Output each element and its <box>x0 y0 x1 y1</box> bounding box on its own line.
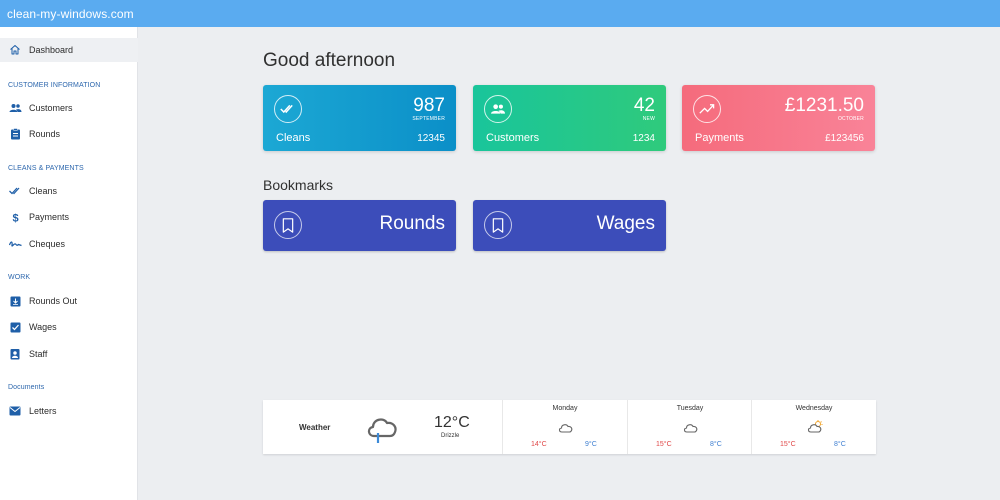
bookmarks-heading: Bookmarks <box>263 177 334 193</box>
home-icon <box>8 43 22 57</box>
sidebar-item-label: Cleans <box>29 186 58 196</box>
sidebar-item-rounds-out[interactable]: Rounds Out <box>0 289 138 313</box>
sidebar-item-staff[interactable]: Staff <box>0 342 138 366</box>
forecast-low: 8°C <box>710 441 722 448</box>
drizzle-icon <box>365 413 399 450</box>
stat-subvalue: 1234 <box>632 133 655 144</box>
trending-up-icon <box>693 95 721 123</box>
section-heading-documents: Documents <box>8 384 45 391</box>
sidebar-item-label: Rounds <box>29 129 61 139</box>
bookmark-label: Rounds <box>379 213 446 234</box>
forecast-low: 8°C <box>834 441 846 448</box>
download-box-icon <box>8 294 22 308</box>
stat-subvalue: 12345 <box>417 133 445 144</box>
site-title[interactable]: clean-my-windows.com <box>7 7 134 21</box>
svg-text:$: $ <box>12 212 18 224</box>
sidebar-item-cheques[interactable]: Cheques <box>0 232 138 256</box>
sidebar-item-label: Rounds Out <box>29 296 78 306</box>
page-greeting: Good afternoon <box>263 50 396 71</box>
forecast-day-name: Tuesday <box>676 405 704 412</box>
top-bar: clean-my-windows.com <box>0 0 1000 27</box>
stat-name: Customers <box>486 132 540 144</box>
sidebar-item-label: Cheques <box>29 239 66 249</box>
sidebar-item-label: Payments <box>29 212 70 222</box>
bookmark-wages[interactable]: Wages <box>473 200 666 251</box>
sidebar-item-label: Staff <box>29 349 48 359</box>
sidebar-item-label: Customers <box>29 103 73 113</box>
weather-widget: Weather 12°C Drizzle Monday 14°C 9°C Tue… <box>263 400 876 454</box>
sidebar-item-letters[interactable]: Letters <box>0 399 138 423</box>
current-temperature: 12°C <box>434 414 470 431</box>
clipboard-icon <box>8 127 22 141</box>
stat-caption: OCTOBER <box>837 116 864 122</box>
mail-icon <box>8 404 22 418</box>
sidebar: Dashboard CUSTOMER INFORMATION Customers… <box>0 27 138 500</box>
stat-card-payments[interactable]: £1231.50 OCTOBER Payments £123456 <box>682 85 875 151</box>
signature-icon <box>8 237 22 251</box>
stat-value: £1231.50 <box>784 95 864 116</box>
bookmark-rounds[interactable]: Rounds <box>263 200 456 251</box>
section-heading-cleans-payments: CLEANS & PAYMENTS <box>8 165 84 172</box>
sidebar-item-label: Dashboard <box>29 45 74 55</box>
forecast-low: 9°C <box>585 441 597 448</box>
stat-name: Cleans <box>276 132 311 144</box>
dollar-icon: $ <box>8 210 22 224</box>
double-check-icon <box>274 95 302 123</box>
sidebar-item-rounds[interactable]: Rounds <box>0 122 138 146</box>
stat-card-cleans[interactable]: 987 SEPTEMBER Cleans 12345 <box>263 85 456 151</box>
weather-label: Weather <box>299 423 331 432</box>
forecast-high: 15°C <box>656 441 672 448</box>
forecast-high: 15°C <box>780 441 796 448</box>
partly-cloudy-icon <box>807 420 824 438</box>
forecast-day: Tuesday 15°C 8°C <box>627 400 752 454</box>
section-heading-customer-information: CUSTOMER INFORMATION <box>8 82 101 89</box>
stat-subvalue: £123456 <box>825 133 864 144</box>
current-condition: Drizzle <box>441 433 460 439</box>
stat-value: 987 <box>413 95 445 116</box>
sidebar-item-wages[interactable]: Wages <box>0 315 138 339</box>
double-check-icon <box>8 184 22 198</box>
sidebar-item-payments[interactable]: $ Payments <box>0 205 138 229</box>
forecast-day-name: Monday <box>552 405 578 412</box>
forecast-day-name: Wednesday <box>795 405 833 412</box>
check-box-icon <box>8 320 22 334</box>
bookmark-icon <box>274 211 302 239</box>
bookmark-icon <box>484 211 512 239</box>
cloud-icon <box>683 420 698 438</box>
forecast-high: 14°C <box>531 441 547 448</box>
badge-icon <box>8 347 22 361</box>
stat-card-customers[interactable]: 42 NEW Customers 1234 <box>473 85 666 151</box>
sidebar-item-label: Wages <box>29 322 57 332</box>
sidebar-item-label: Letters <box>29 406 57 416</box>
sidebar-item-customers[interactable]: Customers <box>0 96 138 120</box>
bookmark-label: Wages <box>596 213 655 234</box>
people-icon <box>8 101 22 115</box>
stat-value: 42 <box>633 95 655 116</box>
cloud-icon <box>558 420 573 438</box>
stat-caption: SEPTEMBER <box>412 116 445 122</box>
stat-name: Payments <box>695 132 744 144</box>
sidebar-item-dashboard[interactable]: Dashboard <box>0 38 138 62</box>
sidebar-item-cleans[interactable]: Cleans <box>0 179 138 203</box>
forecast-day: Monday 14°C 9°C <box>502 400 627 454</box>
forecast-day: Wednesday 15°C 8°C <box>751 400 876 454</box>
stat-caption: NEW <box>642 116 655 122</box>
section-heading-work: WORK <box>8 274 31 281</box>
people-icon <box>484 95 512 123</box>
